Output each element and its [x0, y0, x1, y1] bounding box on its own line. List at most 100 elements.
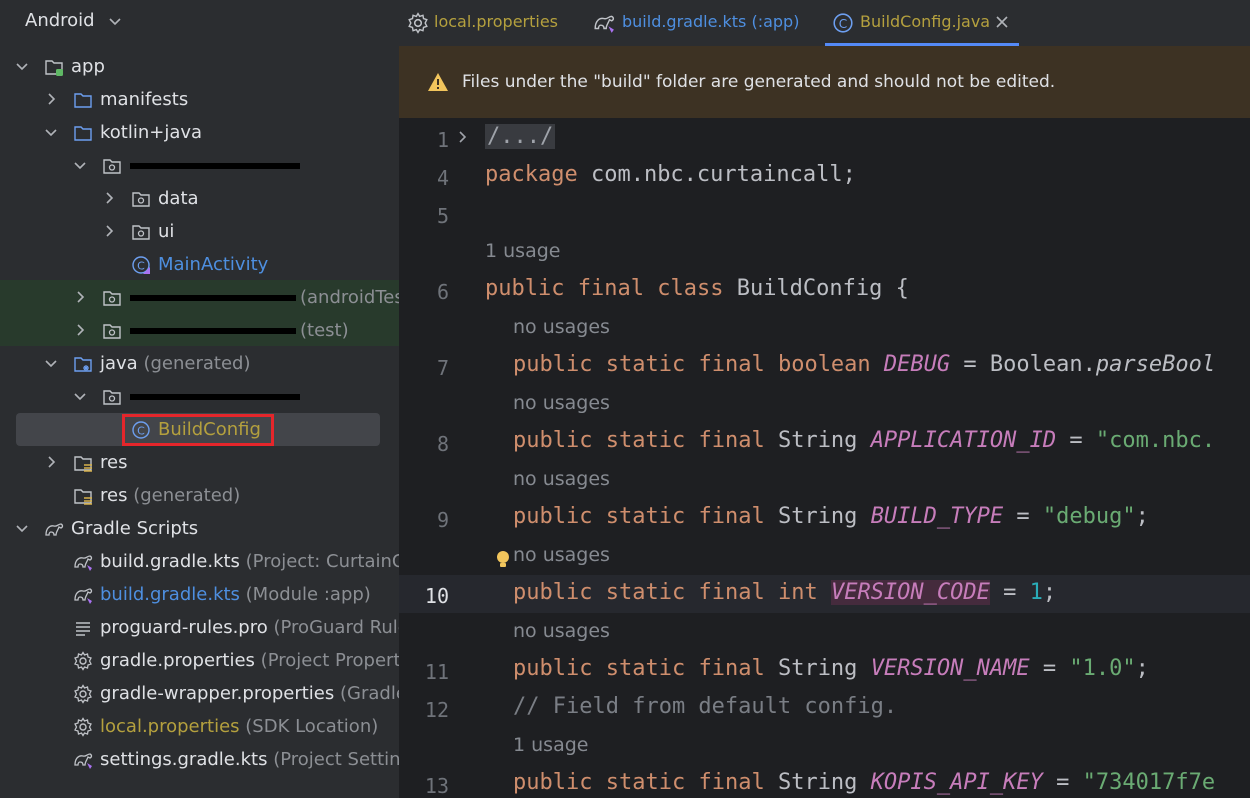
- code-line-kopis-api-key[interactable]: public static final String KOPIS_API_KEY…: [513, 770, 1215, 795]
- line-number[interactable]: 12: [425, 698, 449, 722]
- package-icon: [103, 390, 121, 405]
- chevron-down-icon[interactable]: [108, 14, 122, 28]
- lightbulb-icon[interactable]: [495, 550, 511, 570]
- line-number[interactable]: 5: [437, 204, 449, 228]
- chevron-down-icon[interactable]: [72, 388, 88, 404]
- tree-node-proguard-rules[interactable]: proguard-rules.pro (ProGuard Rules: [0, 611, 399, 644]
- tab-local-properties[interactable]: local.properties: [399, 0, 579, 46]
- line-number[interactable]: 9: [437, 508, 449, 532]
- keyword: static: [605, 656, 686, 681]
- tree-hint: (androidTest: [300, 287, 399, 308]
- code-line-comment[interactable]: // Field from default config.: [513, 694, 897, 719]
- line-number[interactable]: 7: [437, 356, 449, 380]
- code-line-application-id[interactable]: public static final String APPLICATION_I…: [513, 428, 1215, 453]
- tree-node-package[interactable]: [0, 149, 399, 182]
- tree-node-res-generated[interactable]: res (generated): [0, 479, 399, 512]
- folder-icon: [74, 93, 92, 108]
- tab-build-config-java[interactable]: C BuildConfig.java: [825, 0, 1019, 46]
- tree-node-gradle-wrapper-properties[interactable]: gradle-wrapper.properties (Gradle V: [0, 677, 399, 710]
- fold-expand-icon[interactable]: [455, 130, 469, 144]
- tree-node-test-package[interactable]: (test): [0, 314, 399, 347]
- chevron-right-icon[interactable]: [43, 91, 59, 107]
- tree-node-manifests[interactable]: manifests: [0, 83, 399, 116]
- chevron-right-icon[interactable]: [72, 322, 88, 338]
- keyword: public: [513, 428, 593, 453]
- line-number[interactable]: 11: [425, 660, 449, 684]
- close-icon[interactable]: [995, 15, 1009, 29]
- tree-node-build-gradle-project[interactable]: build.gradle.kts (Project: CurtainCal: [0, 545, 399, 578]
- method-name: parseBool: [1095, 352, 1216, 377]
- code-line-package[interactable]: package com.nbc.curtaincall;: [485, 162, 856, 187]
- package-icon: [103, 291, 121, 306]
- tree-node-java-generated[interactable]: java (generated): [0, 347, 399, 380]
- tab-build-gradle-app[interactable]: build.gradle.kts (:app): [589, 0, 809, 46]
- code-text: ;: [1135, 656, 1149, 681]
- chevron-down-icon[interactable]: [72, 157, 88, 173]
- keyword: final: [698, 504, 765, 529]
- code-line-debug[interactable]: public static final boolean DEBUG = Bool…: [513, 352, 1215, 377]
- tab-label: BuildConfig.java: [860, 12, 991, 31]
- usage-hint[interactable]: 1 usage: [513, 734, 588, 756]
- chevron-down-icon[interactable]: [14, 58, 30, 74]
- gear-icon: [74, 684, 92, 704]
- field-name: KOPIS_API_KEY: [870, 770, 1043, 795]
- tree-node-app[interactable]: app: [0, 50, 399, 83]
- tree-node-local-properties[interactable]: local.properties (SDK Location): [0, 710, 399, 743]
- tree-node-ui[interactable]: ui: [0, 215, 399, 248]
- type: int: [777, 580, 818, 605]
- line-number[interactable]: 1: [437, 128, 449, 152]
- usage-hint[interactable]: 1 usage: [485, 240, 560, 262]
- type: String: [777, 504, 858, 529]
- tree-node-generated-package[interactable]: [0, 380, 399, 413]
- field-name: APPLICATION_ID: [870, 428, 1057, 453]
- chevron-down-icon[interactable]: [14, 520, 30, 536]
- generated-folder-icon: [74, 357, 92, 372]
- tree-node-data[interactable]: data: [0, 182, 399, 215]
- keyword: public: [513, 352, 593, 377]
- code-line-version-code[interactable]: public static final int VERSION_CODE = 1…: [513, 580, 1056, 605]
- tree-node-kotlin-java[interactable]: kotlin+java: [0, 116, 399, 149]
- project-panel: Android app manifests kotlin+java data u: [0, 0, 399, 798]
- tree-node-android-test-package[interactable]: (androidTest: [0, 281, 399, 314]
- keyword: package: [485, 162, 578, 187]
- usage-hint[interactable]: no usages: [513, 620, 610, 642]
- tree-label: res (generated): [100, 485, 240, 506]
- project-panel-header[interactable]: Android: [0, 0, 399, 44]
- line-number[interactable]: 4: [437, 166, 449, 190]
- tree-hint: (Module :app): [245, 584, 371, 605]
- tree-node-main-activity[interactable]: C MainActivity: [0, 248, 399, 281]
- line-number[interactable]: 6: [437, 280, 449, 304]
- usage-hint[interactable]: no usages: [513, 468, 610, 490]
- line-number-gutter: 1 4 5 6 7 8 9 10 11 12 13: [399, 118, 479, 798]
- kotlin-class-icon: C: [132, 256, 150, 274]
- project-view-selector[interactable]: Android: [25, 10, 95, 31]
- usage-hint[interactable]: no usages: [513, 392, 610, 414]
- tree-node-gradle-properties[interactable]: gradle.properties (Project Propertie: [0, 644, 399, 677]
- chevron-right-icon[interactable]: [72, 289, 88, 305]
- line-number[interactable]: 13: [425, 774, 449, 798]
- tree-node-res[interactable]: res: [0, 446, 399, 479]
- folded-region[interactable]: /.../: [485, 124, 556, 149]
- chevron-right-icon[interactable]: [43, 454, 59, 470]
- chevron-down-icon[interactable]: [43, 355, 59, 371]
- code-line-build-type[interactable]: public static final String BUILD_TYPE = …: [513, 504, 1149, 529]
- code-line-fold[interactable]: /.../: [485, 124, 556, 149]
- field-name: DEBUG: [883, 352, 951, 377]
- code-line-class[interactable]: public final class BuildConfig {: [485, 276, 909, 301]
- generated-file-warning-banner: Files under the "build" folder are gener…: [399, 46, 1250, 118]
- tree-hint: (Project Propertie: [260, 650, 399, 671]
- code-line-version-name[interactable]: public static final String VERSION_NAME …: [513, 656, 1149, 681]
- chevron-down-icon[interactable]: [43, 124, 59, 140]
- line-number-current[interactable]: 10: [425, 584, 449, 608]
- tree-node-settings-gradle[interactable]: settings.gradle.kts (Project Settings: [0, 743, 399, 776]
- chevron-right-icon[interactable]: [101, 223, 117, 239]
- resource-folder-icon: [74, 456, 92, 472]
- gradle-icon: [74, 753, 93, 769]
- line-number[interactable]: 8: [437, 432, 449, 456]
- tree-node-gradle-scripts[interactable]: Gradle Scripts: [0, 512, 399, 545]
- usage-hint[interactable]: no usages: [513, 316, 610, 338]
- usage-hint[interactable]: no usages: [513, 544, 610, 566]
- chevron-right-icon[interactable]: [101, 190, 117, 206]
- number-literal: 1: [1029, 580, 1043, 605]
- tree-node-build-gradle-module[interactable]: build.gradle.kts (Module :app): [0, 578, 399, 611]
